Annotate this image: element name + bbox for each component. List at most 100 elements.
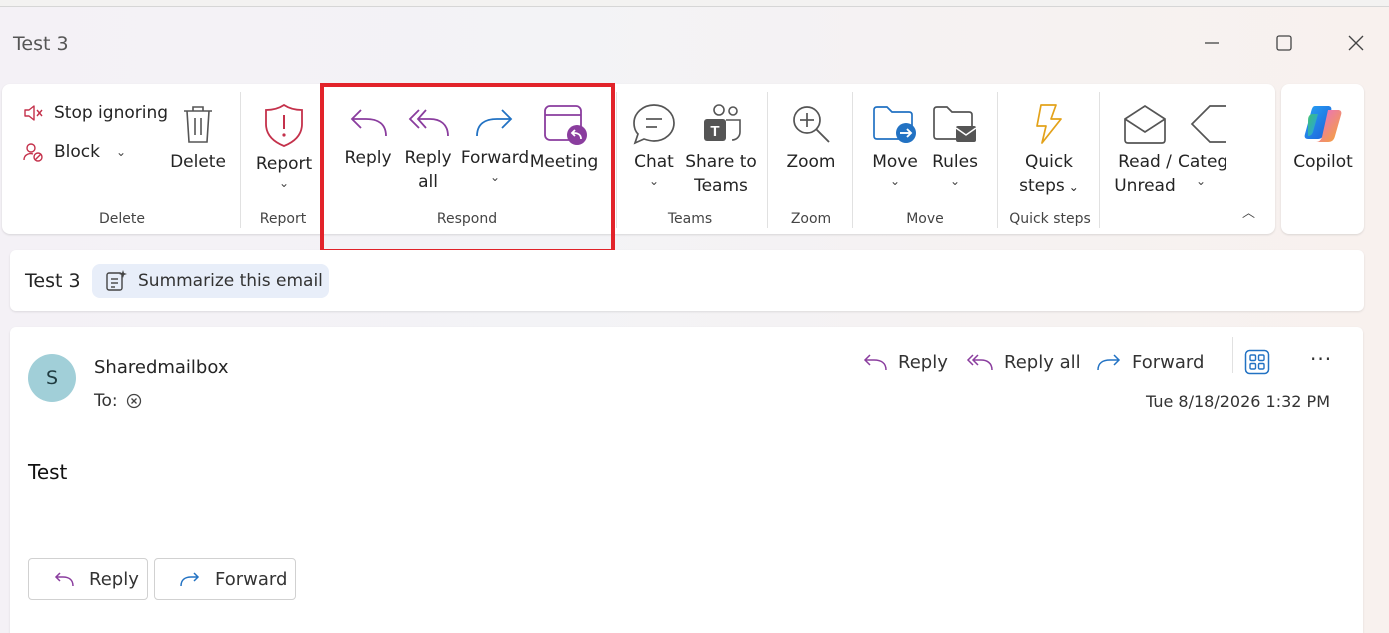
summarize-label: Summarize this email bbox=[138, 271, 323, 291]
reply-all-icon bbox=[966, 354, 993, 371]
bottom-reply-label: Reply bbox=[89, 568, 139, 590]
block-button[interactable]: Block ⌄ bbox=[22, 141, 126, 163]
action-divider bbox=[1232, 337, 1233, 373]
apps-button[interactable] bbox=[1244, 349, 1270, 379]
group-divider bbox=[767, 92, 768, 228]
group-label-move: Move bbox=[906, 211, 944, 227]
title-bar: Test 3 bbox=[0, 7, 1389, 83]
group-label-teams: Teams bbox=[667, 211, 713, 227]
close-icon bbox=[1348, 35, 1364, 51]
chat-chevron-icon: ⌄ bbox=[648, 174, 660, 188]
share-to-teams-button[interactable]: T Share to Teams bbox=[684, 102, 758, 198]
respond-highlight-box bbox=[320, 83, 615, 253]
rules-label: Rules bbox=[932, 152, 978, 172]
copilot-button[interactable]: Copilot bbox=[1287, 102, 1359, 174]
summarize-sparkle-icon bbox=[106, 270, 127, 291]
subject-bar: Test 3 Summarize this email bbox=[10, 250, 1364, 311]
trash-icon bbox=[184, 106, 212, 143]
reply-icon bbox=[863, 354, 887, 371]
rules-folder-icon bbox=[933, 106, 977, 142]
collapse-ribbon-icon[interactable]: ︿ bbox=[1242, 202, 1255, 221]
forward-icon bbox=[180, 572, 200, 587]
quick-steps-button[interactable]: Quick steps ⌄ bbox=[1012, 102, 1086, 199]
shield-alert-icon bbox=[265, 103, 303, 147]
message-date: Tue 8/18/2026 1:32 PM bbox=[1145, 392, 1330, 411]
quick-steps-chevron-icon: ⌄ bbox=[1068, 180, 1079, 194]
copilot-label: Copilot bbox=[1293, 152, 1353, 172]
copilot-panel: Copilot bbox=[1281, 84, 1364, 234]
move-folder-icon bbox=[873, 106, 916, 143]
bottom-reply-button[interactable]: Reply bbox=[28, 558, 148, 600]
move-button[interactable]: Move ⌄ bbox=[864, 102, 926, 188]
group-divider bbox=[1099, 92, 1100, 228]
minimize-icon bbox=[1205, 42, 1219, 44]
copilot-icon bbox=[1304, 106, 1342, 142]
header-reply-all-label: Reply all bbox=[1004, 351, 1081, 373]
minimize-button[interactable] bbox=[1189, 27, 1235, 59]
report-button[interactable]: Report ⌄ bbox=[252, 102, 316, 190]
header-reply-all-button[interactable]: Reply all bbox=[966, 351, 1081, 373]
header-reply-button[interactable]: Reply bbox=[862, 351, 948, 373]
report-chevron-icon: ⌄ bbox=[278, 176, 290, 190]
delete-label: Delete bbox=[170, 152, 226, 172]
share-to-teams-label-1: Share to bbox=[685, 152, 757, 172]
quick-steps-label-1: Quick bbox=[1024, 152, 1074, 172]
close-button[interactable] bbox=[1333, 27, 1379, 59]
rules-chevron-icon: ⌄ bbox=[949, 174, 961, 188]
chat-button[interactable]: Chat ⌄ bbox=[626, 102, 682, 188]
apps-grid-icon bbox=[1244, 349, 1270, 375]
group-divider bbox=[616, 92, 617, 228]
maximize-button[interactable] bbox=[1261, 27, 1307, 59]
message-pane: S Sharedmailbox To: Reply Reply all Forw… bbox=[10, 327, 1363, 633]
group-label-zoom: Zoom bbox=[790, 211, 832, 227]
sender-name[interactable]: Sharedmailbox bbox=[94, 357, 228, 378]
avatar[interactable]: S bbox=[28, 354, 76, 402]
email-subject: Test 3 bbox=[25, 270, 81, 292]
remove-recipient-icon[interactable] bbox=[126, 393, 142, 409]
recipient-line: To: bbox=[94, 391, 142, 411]
message-body: Test bbox=[28, 460, 68, 484]
header-forward-label: Forward bbox=[1132, 351, 1205, 373]
header-forward-button[interactable]: Forward bbox=[1096, 351, 1204, 373]
report-label: Report bbox=[255, 154, 313, 174]
window-title: Test 3 bbox=[13, 33, 69, 55]
read-unread-button[interactable]: Read / Unread bbox=[1112, 102, 1178, 198]
group-label-report: Report bbox=[259, 211, 307, 227]
quick-steps-label-2: steps bbox=[1019, 176, 1065, 196]
categorize-label: Categ bbox=[1178, 152, 1226, 172]
stop-ignoring-label: Stop ignoring bbox=[54, 103, 169, 123]
block-user-icon bbox=[23, 143, 43, 162]
reply-icon bbox=[54, 572, 74, 587]
stop-ignoring-button[interactable]: Stop ignoring bbox=[22, 102, 168, 124]
read-unread-label-1: Read / bbox=[1118, 152, 1172, 172]
more-actions-icon[interactable]: ··· bbox=[1310, 347, 1332, 371]
group-label-quick-steps: Quick steps bbox=[1009, 211, 1091, 227]
chat-icon bbox=[633, 104, 675, 145]
open-envelope-icon bbox=[1124, 104, 1166, 144]
maximize-icon bbox=[1276, 35, 1292, 51]
summarize-email-button[interactable]: Summarize this email bbox=[92, 264, 329, 298]
teams-icon: T bbox=[704, 104, 741, 141]
svg-text:T: T bbox=[710, 123, 719, 140]
group-divider bbox=[240, 92, 241, 228]
zoom-icon bbox=[793, 106, 830, 143]
to-label: To: bbox=[94, 391, 118, 411]
move-label: Move bbox=[872, 152, 918, 172]
zoom-button[interactable]: Zoom bbox=[780, 102, 842, 174]
read-unread-label-2: Unread bbox=[1114, 176, 1176, 196]
bottom-forward-label: Forward bbox=[215, 568, 288, 590]
group-divider bbox=[997, 92, 998, 228]
bottom-forward-button[interactable]: Forward bbox=[154, 558, 296, 600]
tag-icon bbox=[1190, 105, 1226, 143]
categorize-chevron-icon: ⌄ bbox=[1196, 174, 1207, 188]
rules-button[interactable]: Rules ⌄ bbox=[926, 102, 984, 188]
chat-label: Chat bbox=[634, 152, 674, 172]
zoom-label: Zoom bbox=[786, 152, 836, 172]
move-chevron-icon: ⌄ bbox=[889, 174, 901, 188]
mute-icon bbox=[24, 105, 43, 121]
categorize-button[interactable]: Categ ⌄ bbox=[1178, 102, 1226, 188]
group-divider bbox=[852, 92, 853, 228]
block-chevron-icon: ⌄ bbox=[115, 145, 127, 159]
delete-button[interactable]: Delete bbox=[168, 102, 228, 174]
